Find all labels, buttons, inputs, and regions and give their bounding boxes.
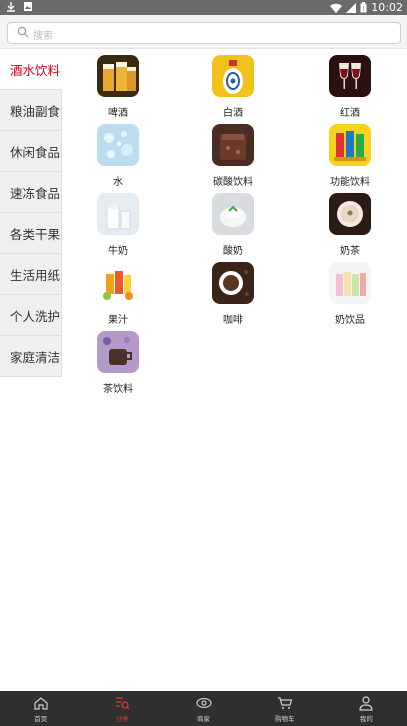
sidebar-item[interactable]: 粮油副食: [0, 90, 62, 131]
image-notification-icon: [24, 2, 32, 11]
subcategory-label: 白酒: [223, 108, 243, 119]
sidebar-item[interactable]: 休闲食品: [0, 131, 62, 172]
sidebar-item-label: 生活用纸: [10, 267, 61, 283]
subcategory-item[interactable]: 功能饮料: [305, 124, 395, 190]
nav-item[interactable]: 首页: [0, 691, 81, 726]
subcategory-item[interactable]: 牛奶: [73, 193, 163, 259]
coffee-image: [212, 262, 254, 304]
sidebar-item[interactable]: 个人洗护: [0, 295, 62, 336]
nav-item-label: 首页: [34, 714, 48, 723]
subcategory-item[interactable]: 酸奶: [188, 193, 278, 259]
subcategory-item[interactable]: 茶饮料: [73, 331, 163, 397]
battery-icon: !: [360, 2, 367, 13]
user-icon: [359, 695, 373, 711]
search-bar: 搜索: [0, 15, 407, 49]
cart-icon: [277, 696, 293, 709]
nav-item[interactable]: 商家: [163, 691, 244, 726]
subcategory-item[interactable]: 果汁: [73, 262, 163, 328]
wifi-icon: [330, 3, 343, 13]
sidebar-item-label: 各类干果: [10, 226, 61, 242]
soda-image: [212, 124, 254, 166]
search-placeholder: 搜索: [33, 31, 53, 42]
subcategory-label: 茶饮料: [103, 384, 133, 395]
search-input[interactable]: 搜索: [7, 22, 401, 44]
subcategory-label: 酸奶: [223, 246, 243, 257]
beer-image: [97, 55, 139, 97]
sidebar-item[interactable]: 家庭清洁: [0, 336, 62, 377]
svg-text:!: !: [363, 6, 365, 13]
sidebar-item-label: 休闲食品: [10, 144, 61, 160]
bottom-navigation: 首页 分类 商家 购物车 我的: [0, 691, 407, 726]
home-icon: [34, 696, 48, 710]
status-bar: ! 10:02: [0, 0, 407, 15]
tea-drink-image: [97, 331, 139, 373]
subcategory-label: 功能饮料: [330, 177, 370, 188]
red-wine-image: [329, 55, 371, 97]
sidebar-item-label: 速冻食品: [10, 185, 61, 201]
nav-item[interactable]: 购物车: [244, 691, 325, 726]
subcategory-item[interactable]: 水: [73, 124, 163, 190]
download-icon: [7, 2, 15, 12]
category-sidebar: 酒水饮料粮油副食休闲食品速冻食品各类干果生活用纸个人洗护家庭清洁: [0, 49, 62, 379]
subcategory-label: 水: [113, 177, 123, 188]
nav-item-label: 商家: [197, 714, 211, 723]
nav-item-label: 分类: [115, 714, 129, 723]
signal-icon: [346, 2, 357, 13]
category-icon: [116, 696, 130, 709]
subcategory-item[interactable]: 白酒: [188, 55, 278, 121]
yogurt-image: [212, 193, 254, 235]
nav-item[interactable]: 分类: [81, 691, 162, 726]
energy-drink-image: [329, 124, 371, 166]
baijiu-image: [212, 55, 254, 97]
sidebar-item[interactable]: 各类干果: [0, 213, 62, 254]
subcategory-item[interactable]: 咖啡: [188, 262, 278, 328]
subcategory-item[interactable]: 奶茶: [305, 193, 395, 259]
eye-icon: [195, 697, 212, 708]
milk-drink-image: [329, 262, 371, 304]
sidebar-item[interactable]: 酒水饮料: [0, 49, 62, 90]
nav-item-label: 我的: [359, 714, 373, 723]
milk-tea-image: [329, 193, 371, 235]
sidebar-item-label: 酒水饮料: [10, 62, 61, 78]
subcategory-item[interactable]: 奶饮品: [305, 262, 395, 328]
subcategory-item[interactable]: 红酒: [305, 55, 395, 121]
sidebar-item-label: 个人洗护: [10, 308, 61, 324]
search-icon: [17, 26, 29, 38]
sidebar-item[interactable]: 生活用纸: [0, 254, 62, 295]
subcategory-label: 红酒: [340, 108, 360, 119]
subcategory-label: 牛奶: [108, 246, 128, 257]
subcategory-label: 啤酒: [108, 108, 128, 119]
clock: 10:02: [371, 1, 403, 14]
nav-item-label: 购物车: [275, 714, 295, 723]
sidebar-item-label: 粮油副食: [10, 103, 61, 119]
nav-item[interactable]: 我的: [326, 691, 407, 726]
subcategory-label: 碳酸饮料: [213, 177, 253, 188]
subcategory-label: 奶茶: [340, 246, 360, 257]
milk-image: [97, 193, 139, 235]
subcategory-item[interactable]: 啤酒: [73, 55, 163, 121]
subcategory-item[interactable]: 碳酸饮料: [188, 124, 278, 190]
sidebar-item-label: 家庭清洁: [10, 349, 61, 365]
juice-image: [97, 262, 139, 304]
subcategory-label: 咖啡: [223, 315, 243, 326]
water-image: [97, 124, 139, 166]
subcategory-label: 果汁: [108, 315, 128, 326]
sidebar-item[interactable]: 速冻食品: [0, 172, 62, 213]
subcategory-label: 奶饮品: [335, 315, 365, 326]
